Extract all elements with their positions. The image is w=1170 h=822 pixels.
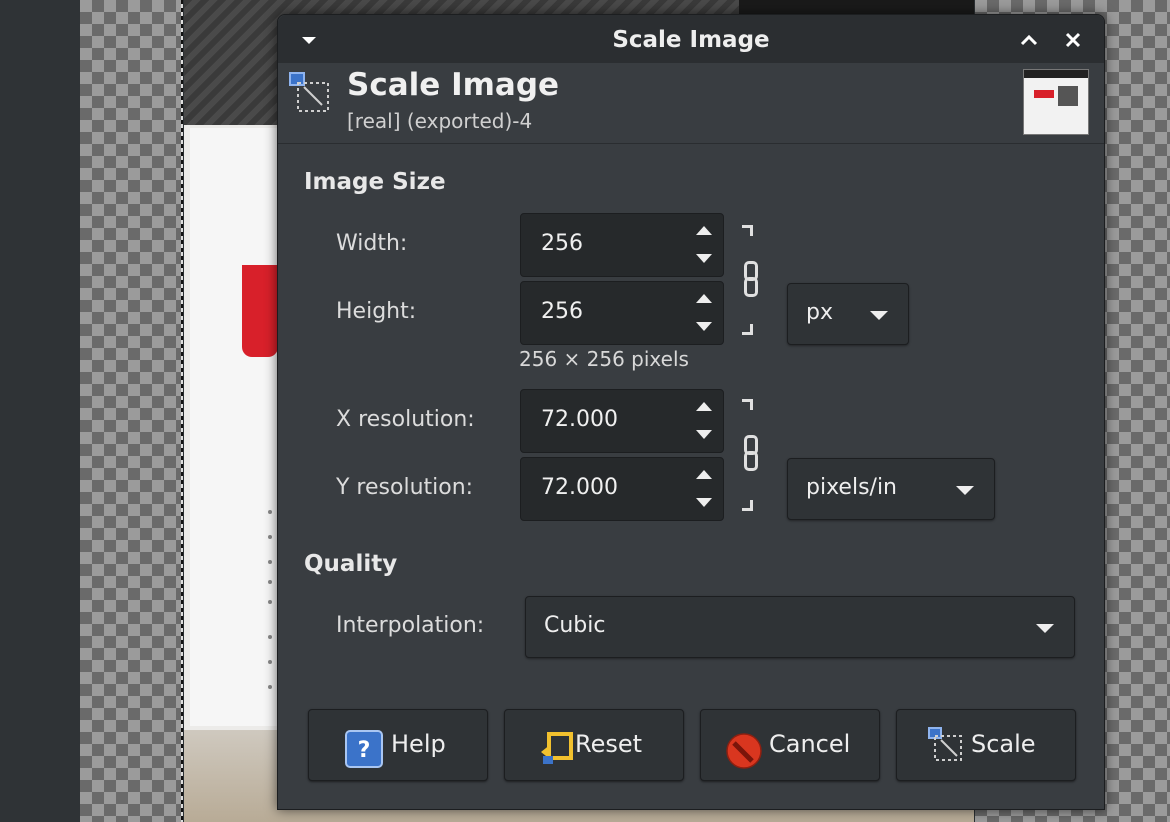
canvas-dot	[268, 535, 272, 539]
reset-button[interactable]: Reset	[504, 709, 684, 781]
x-resolution-value[interactable]: 72.000	[541, 407, 618, 432]
canvas-boundary	[181, 0, 183, 822]
size-info-text: 256 × 256 pixels	[519, 347, 689, 371]
interpolation-select[interactable]: Cubic	[525, 596, 1075, 658]
thumbnail-dark	[1058, 86, 1078, 106]
image-thumbnail	[1023, 69, 1089, 135]
scale-image-icon	[288, 71, 332, 115]
width-increment-icon[interactable]	[693, 220, 715, 242]
header-subtitle: [real] (exported)-4	[347, 109, 533, 133]
workspace-background	[0, 0, 80, 822]
width-label: Width:	[336, 231, 408, 256]
y-resolution-decrement-icon[interactable]	[693, 492, 715, 514]
canvas-dot	[268, 510, 272, 514]
height-spinbutton[interactable]: 256	[520, 281, 724, 345]
canvas-transparency-left	[80, 0, 183, 822]
cancel-label: Cancel	[769, 730, 851, 758]
chevron-down-icon	[870, 311, 888, 320]
svg-text:?: ?	[358, 738, 371, 763]
canvas-dot	[268, 660, 272, 664]
canvas-dot	[268, 685, 272, 689]
help-icon: ?	[345, 730, 383, 768]
interpolation-label: Interpolation:	[336, 613, 485, 638]
reset-icon	[539, 730, 577, 768]
width-spinbutton[interactable]: 256	[520, 213, 724, 277]
dialog-titlebar[interactable]: Scale Image	[278, 15, 1104, 63]
quality-heading: Quality	[304, 551, 398, 577]
help-label: Help	[391, 730, 446, 758]
canvas-image-top-band	[739, 0, 974, 14]
y-resolution-spinbutton[interactable]: 72.000	[520, 457, 724, 521]
canvas-dot	[268, 635, 272, 639]
chevron-down-icon	[1036, 624, 1054, 633]
width-decrement-icon[interactable]	[693, 248, 715, 270]
resolution-unit-value: pixels/in	[806, 475, 897, 500]
x-resolution-spinbutton[interactable]: 72.000	[520, 389, 724, 453]
chevron-down-icon	[956, 486, 974, 495]
canvas-dot	[268, 600, 272, 604]
canvas-dot	[268, 580, 272, 584]
y-resolution-label: Y resolution:	[336, 475, 474, 500]
close-icon[interactable]	[1060, 27, 1086, 53]
scale-button[interactable]: Scale	[896, 709, 1076, 781]
scale-image-dialog: Scale Image Scale Image [real] (exported…	[277, 14, 1105, 810]
cancel-icon	[725, 732, 763, 770]
thumbnail-bar	[1024, 70, 1088, 78]
y-resolution-increment-icon[interactable]	[693, 464, 715, 486]
dialog-title: Scale Image	[612, 27, 770, 53]
size-chain-link-icon[interactable]	[742, 225, 760, 335]
scale-icon	[927, 726, 965, 764]
scale-label: Scale	[971, 730, 1036, 758]
x-resolution-increment-icon[interactable]	[693, 396, 715, 418]
thumbnail-red	[1034, 90, 1054, 98]
x-resolution-decrement-icon[interactable]	[693, 424, 715, 446]
interpolation-value: Cubic	[544, 613, 606, 638]
y-resolution-value[interactable]: 72.000	[541, 475, 618, 500]
header-title: Scale Image	[347, 67, 560, 103]
size-unit-select[interactable]: px	[787, 283, 909, 345]
canvas-dot	[268, 560, 272, 564]
reset-label: Reset	[575, 730, 643, 758]
image-size-heading: Image Size	[304, 169, 446, 195]
resolution-chain-link-icon[interactable]	[742, 399, 760, 511]
width-value[interactable]: 256	[541, 231, 583, 256]
height-decrement-icon[interactable]	[693, 316, 715, 338]
dialog-header: Scale Image [real] (exported)-4	[278, 63, 1104, 144]
height-label: Height:	[336, 299, 417, 324]
x-resolution-label: X resolution:	[336, 407, 475, 432]
resolution-unit-select[interactable]: pixels/in	[787, 458, 995, 520]
size-unit-value: px	[806, 300, 833, 325]
canvas-image-red-tab	[242, 265, 278, 357]
cancel-button[interactable]: Cancel	[700, 709, 880, 781]
height-value[interactable]: 256	[541, 299, 583, 324]
help-button[interactable]: ? Help	[308, 709, 488, 781]
maximize-icon[interactable]	[1016, 27, 1042, 53]
height-increment-icon[interactable]	[693, 288, 715, 310]
